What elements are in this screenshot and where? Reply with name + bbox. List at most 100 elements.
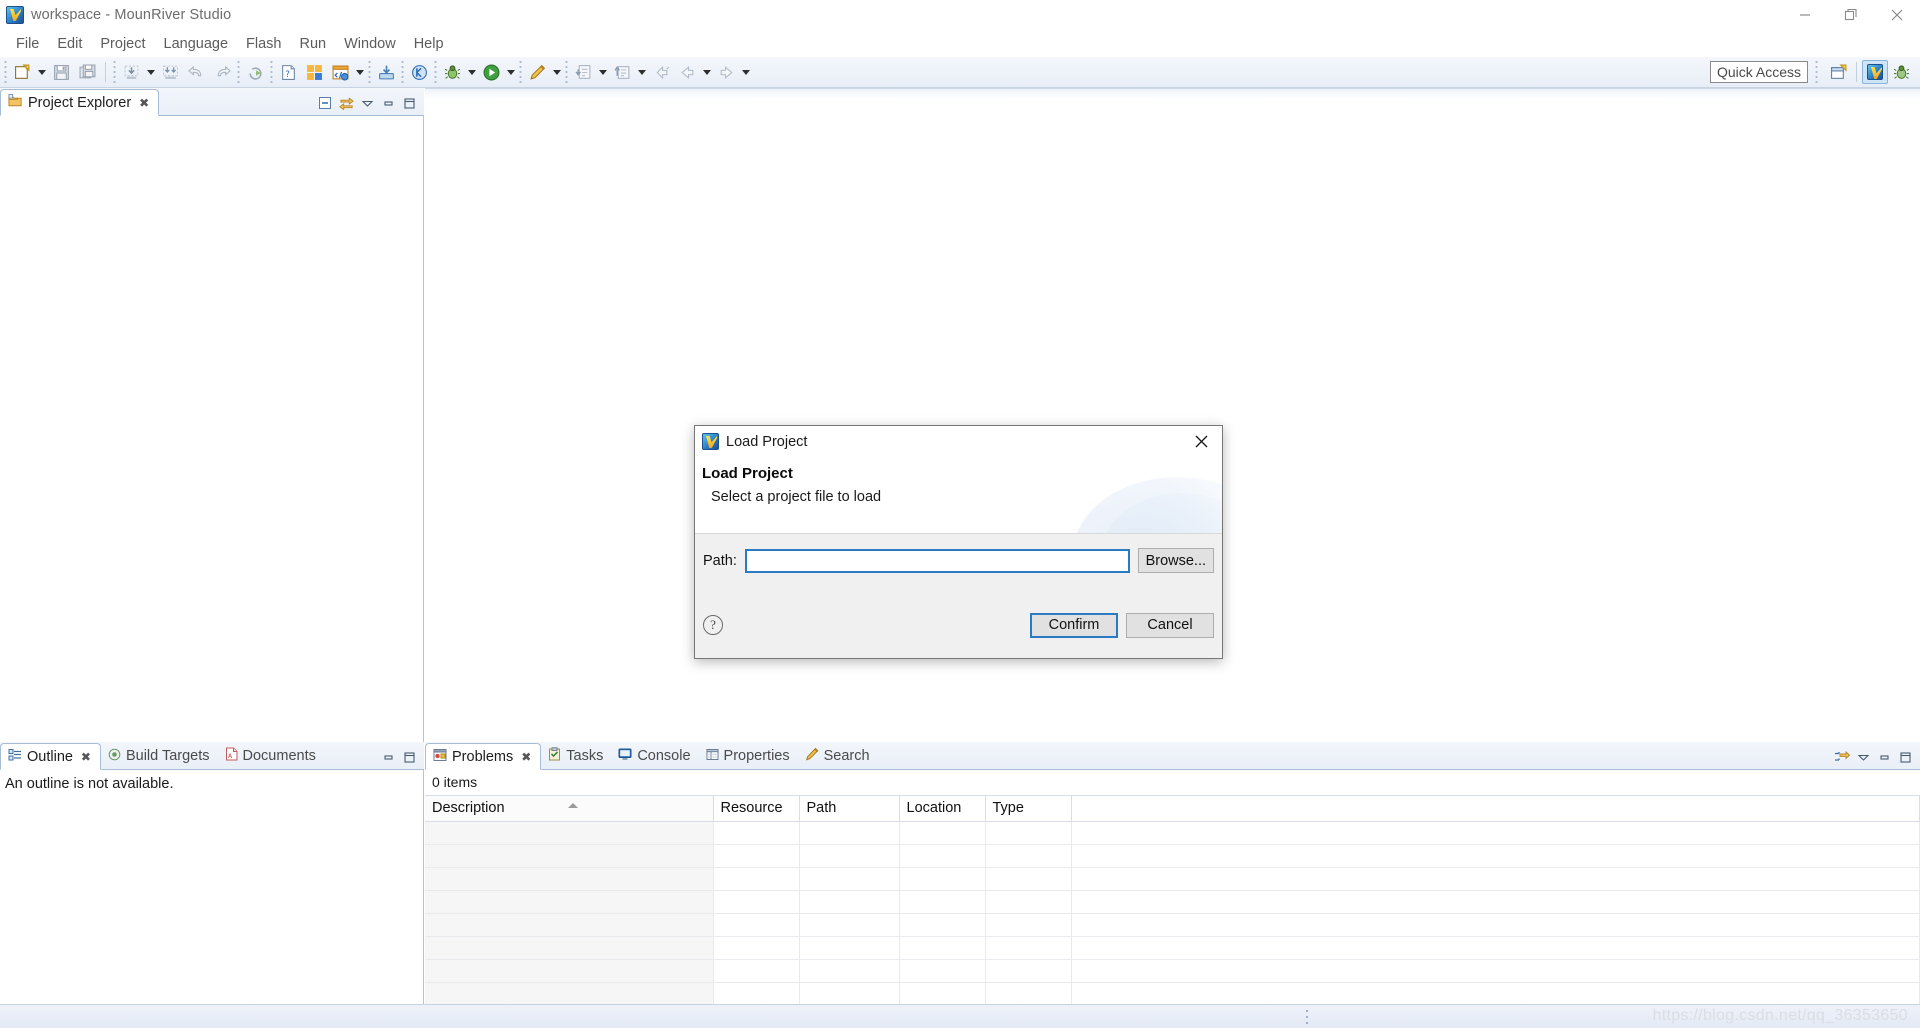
save-all-icon[interactable] <box>75 60 99 84</box>
toolbar-grip-7[interactable] <box>432 61 439 83</box>
menu-item-edit[interactable]: Edit <box>48 34 91 54</box>
tab-problems[interactable]: Problems ✖ <box>425 743 542 770</box>
column-header-type[interactable]: Type <box>985 795 1072 822</box>
previous-edit-icon[interactable] <box>610 60 634 84</box>
run-dropdown-arrow[interactable] <box>504 60 517 84</box>
menu-item-file[interactable]: File <box>7 34 48 54</box>
back-dropdown-arrow[interactable] <box>700 60 713 84</box>
save-icon[interactable] <box>49 60 73 84</box>
code-config-dropdown-arrow[interactable] <box>353 60 366 84</box>
link-with-editor-icon[interactable] <box>337 94 355 112</box>
maximize-icon[interactable] <box>1896 748 1914 766</box>
open-perspective-icon[interactable] <box>1825 60 1851 84</box>
previous-edit-dropdown-arrow[interactable] <box>635 60 648 84</box>
tab-outline[interactable]: Outline ✖ <box>0 743 101 770</box>
next-annotation-dropdown-arrow[interactable] <box>596 60 609 84</box>
tab-problems-close-icon[interactable]: ✖ <box>520 750 532 764</box>
status-bar-grip[interactable] <box>1305 1008 1310 1026</box>
toolbar-grip-3[interactable] <box>235 61 242 83</box>
tab-documents[interactable]: A Documents <box>218 742 324 769</box>
code-config-icon[interactable] <box>328 60 352 84</box>
browse-button[interactable]: Browse... <box>1137 548 1214 573</box>
back-icon[interactable] <box>675 60 699 84</box>
download-icon[interactable] <box>374 60 398 84</box>
pencil-dropdown-arrow[interactable] <box>550 60 563 84</box>
column-header-location[interactable]: Location <box>899 795 986 822</box>
minimize-icon[interactable] <box>1875 748 1893 766</box>
perspective-grip[interactable] <box>1813 61 1820 83</box>
tab-project-explorer[interactable]: Project Explorer ✖ <box>0 89 160 116</box>
build-icon[interactable] <box>119 60 143 84</box>
back-to-icon[interactable] <box>649 60 673 84</box>
redo-icon[interactable] <box>210 60 234 84</box>
help-icon[interactable]: ? <box>703 615 723 635</box>
table-row[interactable] <box>425 890 1920 914</box>
new-icon[interactable] <box>10 60 34 84</box>
path-input[interactable] <box>744 548 1130 573</box>
help-doc-icon[interactable]: ? <box>276 60 300 84</box>
column-header-path[interactable]: Path <box>799 795 900 822</box>
menu-item-window[interactable]: Window <box>335 34 405 54</box>
quick-access-input[interactable]: Quick Access <box>1709 61 1808 83</box>
toolbar-grip-5[interactable] <box>366 61 373 83</box>
table-row[interactable] <box>425 982 1920 1006</box>
table-row[interactable] <box>425 821 1920 845</box>
collapse-all-icon[interactable] <box>316 94 334 112</box>
build-all-icon[interactable] <box>158 60 182 84</box>
table-row[interactable] <box>425 959 1920 983</box>
table-row[interactable] <box>425 844 1920 868</box>
tab-properties[interactable]: Properties <box>699 742 798 769</box>
menu-item-help[interactable]: Help <box>405 34 453 54</box>
debug-icon[interactable] <box>440 60 464 84</box>
target-icon[interactable] <box>407 60 431 84</box>
toolbar-grip-9[interactable] <box>563 61 570 83</box>
tab-build-targets[interactable]: Build Targets <box>101 742 218 769</box>
filters-icon[interactable] <box>1833 748 1851 766</box>
new-dropdown-arrow[interactable] <box>35 60 48 84</box>
view-menu-icon[interactable] <box>358 94 376 112</box>
confirm-button[interactable]: Confirm <box>1030 612 1118 638</box>
column-header-resource[interactable]: Resource <box>713 795 800 822</box>
forward-icon[interactable] <box>714 60 738 84</box>
debug-dropdown-arrow[interactable] <box>465 60 478 84</box>
menu-item-project[interactable]: Project <box>91 34 154 54</box>
mounriver-perspective-icon[interactable] <box>1862 60 1888 84</box>
tab-search[interactable]: Search <box>798 742 878 769</box>
menu-item-flash[interactable]: Flash <box>237 34 290 54</box>
view-menu-icon[interactable] <box>1854 748 1872 766</box>
cancel-button[interactable]: Cancel <box>1126 612 1214 638</box>
new-project-icon[interactable] <box>302 60 326 84</box>
tab-tasks[interactable]: Tasks <box>541 742 611 769</box>
undo-icon[interactable] <box>184 60 208 84</box>
tab-outline-close-icon[interactable]: ✖ <box>80 750 92 764</box>
maximize-icon[interactable] <box>400 748 418 766</box>
toolbar-grip-8[interactable] <box>517 61 524 83</box>
maximize-icon[interactable] <box>400 94 418 112</box>
project-explorer-tree[interactable] <box>0 116 424 742</box>
build-dropdown-arrow[interactable] <box>144 60 157 84</box>
close-icon[interactable] <box>1874 0 1920 31</box>
restore-icon[interactable] <box>1828 0 1874 31</box>
toolbar-grip[interactable] <box>2 61 9 83</box>
table-row[interactable] <box>425 867 1920 891</box>
table-row[interactable] <box>425 936 1920 960</box>
minimize-icon[interactable] <box>379 94 397 112</box>
column-header-description[interactable]: Description <box>425 795 714 822</box>
tab-console[interactable]: Console <box>611 742 698 769</box>
menu-item-language[interactable]: Language <box>155 34 238 54</box>
dialog-close-icon[interactable] <box>1180 426 1222 457</box>
toolbar-grip-4[interactable] <box>268 61 275 83</box>
tab-project-explorer-close-icon[interactable]: ✖ <box>138 96 150 110</box>
table-row[interactable] <box>425 913 1920 937</box>
next-annotation-icon[interactable] <box>571 60 595 84</box>
forward-dropdown-arrow[interactable] <box>739 60 752 84</box>
run-icon[interactable] <box>479 60 503 84</box>
pencil-icon[interactable] <box>525 60 549 84</box>
minimize-icon[interactable] <box>379 748 397 766</box>
minimize-icon[interactable] <box>1782 0 1828 31</box>
refresh-icon[interactable] <box>243 60 267 84</box>
toolbar-grip-2[interactable] <box>111 61 118 83</box>
menu-item-run[interactable]: Run <box>291 34 336 54</box>
debug-perspective-icon[interactable] <box>1888 60 1914 84</box>
toolbar-grip-6[interactable] <box>399 61 406 83</box>
